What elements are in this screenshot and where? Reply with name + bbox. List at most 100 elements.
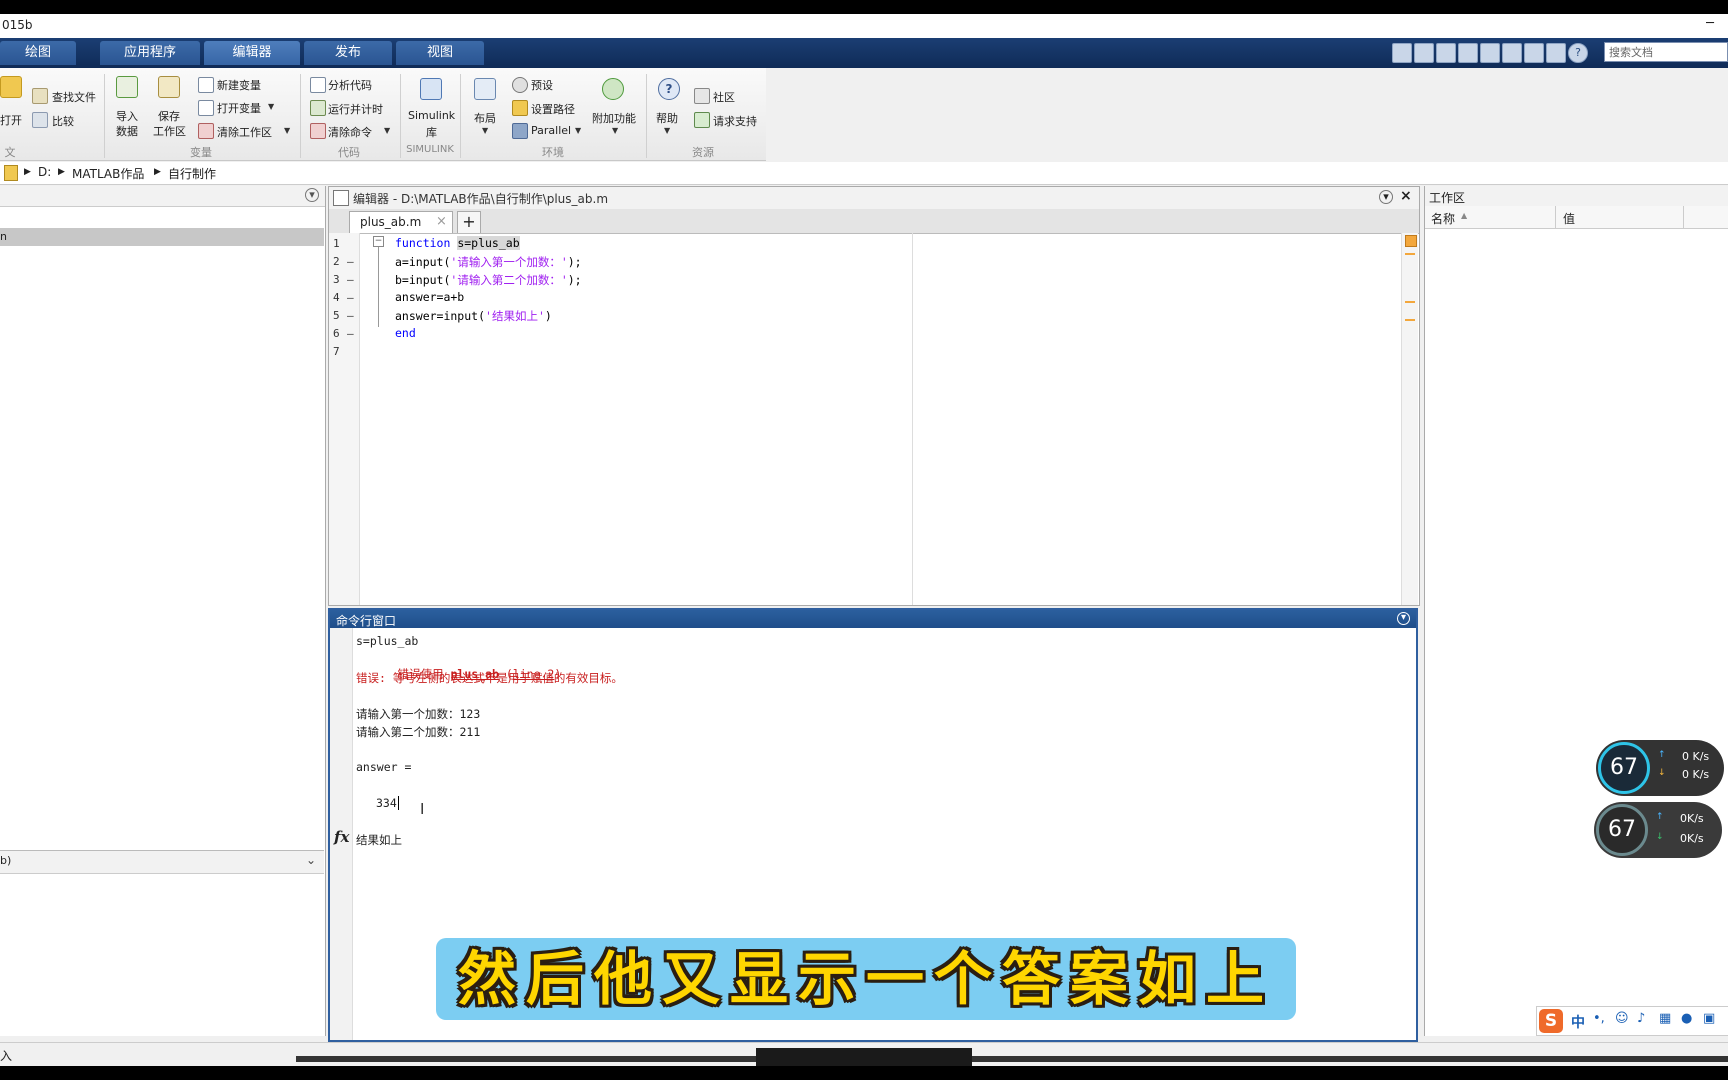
fx-icon[interactable]: fx <box>334 828 349 846</box>
breakpoint-dash[interactable]: – <box>347 327 354 340</box>
add-ons-icon[interactable] <box>602 78 624 100</box>
warning-marker[interactable] <box>1405 301 1415 303</box>
cut-icon[interactable] <box>1436 43 1456 63</box>
breadcrumb-drive[interactable]: D: <box>38 165 51 179</box>
request-support-button[interactable]: 请求支持 <box>713 113 757 129</box>
editor-menu-icon[interactable]: ▾ <box>1379 190 1393 204</box>
ime-language[interactable]: 中 <box>1571 1012 1585 1032</box>
new-icon[interactable] <box>1392 43 1412 63</box>
network-speed-meter[interactable]: 67 ↑ 0K/s ↓ 0K/s <box>1594 802 1722 858</box>
chevron-down-icon[interactable]: ▼ <box>482 126 488 135</box>
search-docs-input[interactable]: 搜索文档 <box>1604 42 1728 62</box>
warning-marker[interactable] <box>1405 253 1415 255</box>
editor-scrollbar[interactable] <box>1401 233 1418 605</box>
preferences-button[interactable]: 预设 <box>531 77 553 93</box>
run-and-time-button[interactable]: 运行并计时 <box>328 101 383 117</box>
ime-toolbar[interactable]: S 中 •, ☺ ♪ ▦ ● ▣ <box>1536 1006 1728 1036</box>
code-line[interactable]: a=input('请输入第一个加数：'); <box>395 254 582 270</box>
clear-workspace-button[interactable]: 清除工作区 <box>217 124 272 140</box>
parallel-button[interactable]: Parallel <box>531 124 571 137</box>
open-button[interactable]: 打开 <box>0 112 22 128</box>
current-folder-bar[interactable]: ▶ D: ▶ MATLAB作品 ▶ 自行制作 <box>0 162 1728 185</box>
analyze-code-button[interactable]: 分析代码 <box>328 77 372 93</box>
breakpoint-dash[interactable]: – <box>347 273 354 286</box>
add-ons-button[interactable]: 附加功能 <box>592 110 636 126</box>
chevron-down-icon[interactable]: ▼ <box>284 126 290 135</box>
warning-marker[interactable] <box>1405 319 1415 321</box>
import-data-icon[interactable] <box>116 76 138 98</box>
tab-view[interactable]: 视图 <box>396 41 484 65</box>
punctuation-icon[interactable]: •, <box>1593 1011 1605 1026</box>
save-workspace-label-1[interactable]: 保存 <box>158 108 180 124</box>
warning-indicator-icon[interactable] <box>1405 235 1417 247</box>
code-line[interactable]: answer=a+b <box>395 290 464 304</box>
column-value-header[interactable]: 值 <box>1563 210 1575 227</box>
breadcrumb-folder-2[interactable]: 自行制作 <box>168 165 216 182</box>
set-path-button[interactable]: 设置路径 <box>531 101 575 117</box>
video-thumbnail-strip[interactable] <box>756 1048 972 1066</box>
tab-apps[interactable]: 应用程序 <box>100 41 200 65</box>
simulink-label-1[interactable]: Simulink <box>408 109 455 122</box>
undo-icon[interactable] <box>1502 43 1522 63</box>
help-button[interactable]: 帮助 <box>656 110 678 126</box>
keyboard-icon[interactable]: ▦ <box>1659 1011 1671 1026</box>
chevron-down-icon[interactable]: ▼ <box>664 126 670 135</box>
panel-menu-icon[interactable]: ▾ <box>1397 612 1410 625</box>
breakpoint-dash[interactable]: – <box>347 291 354 304</box>
save-workspace-label-2[interactable]: 工作区 <box>153 123 186 139</box>
skin-icon[interactable]: ▣ <box>1703 1011 1715 1026</box>
copy-icon[interactable] <box>1458 43 1478 63</box>
column-name-header[interactable]: 名称 <box>1431 210 1455 227</box>
panel-menu-icon[interactable]: ▾ <box>305 188 319 202</box>
breakpoint-dash[interactable]: – <box>347 255 354 268</box>
save-icon[interactable] <box>1414 43 1434 63</box>
video-progress-track[interactable] <box>296 1056 1728 1062</box>
save-workspace-icon[interactable] <box>158 76 180 98</box>
sogou-logo-icon[interactable]: S <box>1539 1009 1563 1033</box>
layout-icon[interactable] <box>474 78 496 100</box>
layout-button[interactable]: 布局 <box>474 110 496 126</box>
paste-icon[interactable] <box>1480 43 1500 63</box>
help-icon[interactable]: ? <box>1568 43 1588 63</box>
tab-publish[interactable]: 发布 <box>304 41 392 65</box>
network-speed-meter[interactable]: 67 ↑ 0 K/s ↓ 0 K/s <box>1596 740 1724 796</box>
tab-plots[interactable]: 绘图 <box>0 41 76 65</box>
close-icon[interactable]: × <box>1400 188 1412 204</box>
redo-icon[interactable] <box>1524 43 1544 63</box>
tab-editor[interactable]: 编辑器 <box>204 41 300 65</box>
chevron-down-icon[interactable]: ▼ <box>384 126 390 135</box>
chevron-down-icon[interactable]: ▼ <box>268 102 274 111</box>
emoji-icon[interactable]: ☺ <box>1615 1011 1629 1026</box>
chevron-down-icon[interactable]: ▼ <box>612 126 618 135</box>
import-data-label-2[interactable]: 数据 <box>116 123 138 139</box>
open-variable-button[interactable]: 打开变量 <box>217 100 261 116</box>
code-line[interactable]: answer=input('结果如上') <box>395 308 552 324</box>
chevron-down-icon[interactable]: ⌄ <box>306 853 316 867</box>
new-variable-button[interactable]: 新建变量 <box>217 77 261 93</box>
clear-commands-button[interactable]: 清除命令 <box>328 124 372 140</box>
minimize-button[interactable]: ─ <box>1706 16 1714 31</box>
chevron-down-icon[interactable]: ▼ <box>575 126 581 135</box>
simulink-library-icon[interactable] <box>420 78 442 100</box>
selected-file-row[interactable]: n <box>0 228 324 246</box>
help-question-icon[interactable]: ? <box>658 78 680 100</box>
find-files-button[interactable]: 查找文件 <box>52 89 96 105</box>
close-tab-icon[interactable]: × <box>436 214 447 229</box>
new-tab-button[interactable]: + <box>457 211 481 233</box>
breakpoint-dash[interactable]: – <box>347 309 354 322</box>
fold-toggle-icon[interactable]: − <box>373 236 384 247</box>
file-tab-plus-ab[interactable]: plus_ab.m × <box>349 211 453 233</box>
community-button[interactable]: 社区 <box>713 89 735 105</box>
code-line[interactable]: function s=plus_ab <box>395 236 520 250</box>
user-icon[interactable]: ● <box>1681 1011 1692 1026</box>
open-folder-icon[interactable] <box>0 76 22 98</box>
import-data-label-1[interactable]: 导入 <box>116 108 138 124</box>
simulink-label-2[interactable]: 库 <box>426 124 437 140</box>
details-header[interactable]: b) ⌄ <box>0 850 324 874</box>
breadcrumb-folder-1[interactable]: MATLAB作品 <box>72 165 144 182</box>
code-line[interactable]: b=input('请输入第二个加数：'); <box>395 272 582 288</box>
compare-button[interactable]: 比较 <box>52 113 74 129</box>
code-line[interactable]: end <box>395 326 416 340</box>
microphone-icon[interactable]: ♪ <box>1637 1011 1645 1026</box>
switch-windows-icon[interactable] <box>1546 43 1566 63</box>
